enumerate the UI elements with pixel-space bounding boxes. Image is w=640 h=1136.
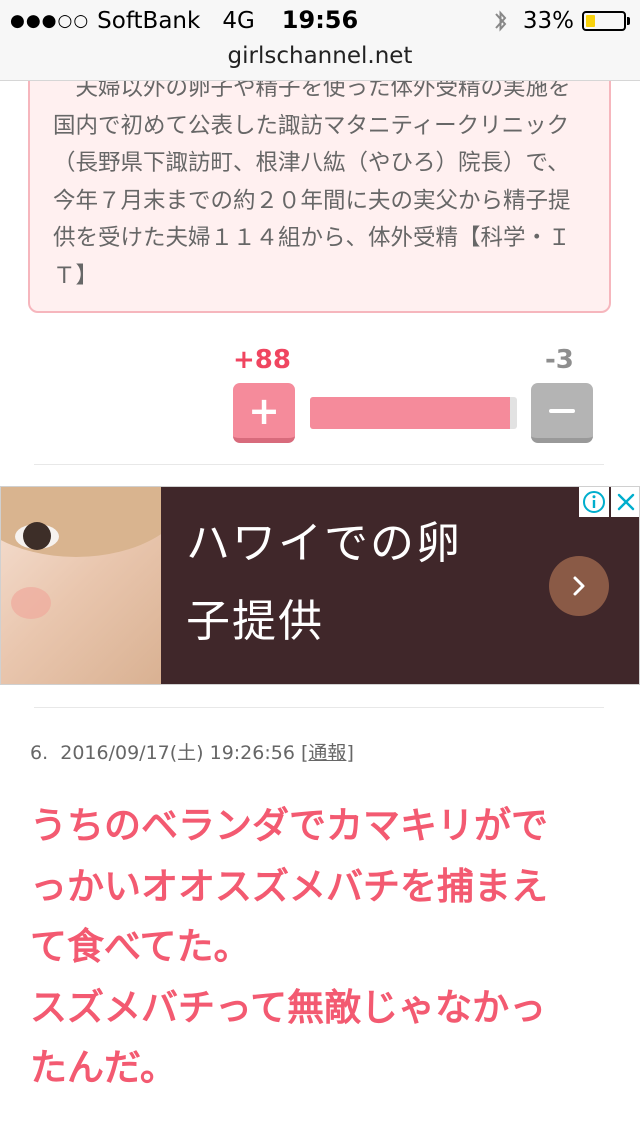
status-right: 33% [493,7,630,35]
divider [34,464,604,465]
ad-headline: ハワイでの卵 子提供 [186,505,546,661]
minus-icon [549,408,575,413]
report-link[interactable]: 通報 [308,742,346,764]
bluetooth-icon [495,10,507,32]
battery-level [586,15,596,27]
ad-banner[interactable]: ハワイでの卵 子提供 [0,486,640,685]
battery-nub [627,17,630,25]
status-bar: ●●●○○ SoftBank 4G 19:56 33% girlschannel… [0,0,640,81]
info-icon [583,491,605,513]
comment-body: うちのベランダでカマキリがで っかいオオスズメバチを捕まえ て食べてた。 スズメ… [30,796,620,1099]
plus-icon: + [248,388,280,433]
comment-line: スズメバチって無敵じゃなかっ [30,985,547,1029]
minus-vote-count: -3 [545,345,574,375]
ad-headline-line1: ハワイでの卵 [186,518,462,569]
ad-next-button[interactable] [549,556,609,616]
vote-ratio-bar [310,397,517,429]
comment-number: 6. [30,742,49,764]
comment-line: て食べてた。 [30,925,251,968]
ad-photo-cheek [11,587,51,619]
ad-photo-iris [23,522,51,550]
comment-meta: 6. 2016/09/17(土) 19:26:56 [通報] [30,738,354,765]
ad-info-button[interactable] [579,487,609,517]
close-icon [617,493,635,511]
ad-close-button[interactable] [611,487,639,517]
minus-vote-button[interactable] [531,383,593,443]
comment-datetime: 2016/09/17(土) 19:26:56 [60,742,295,764]
battery-percent: 33% [522,8,574,34]
ad-baby-photo [1,487,161,684]
divider [34,707,604,708]
plus-vote-button[interactable]: + [233,383,295,443]
article-quote-text: 夫婦以外の卵子や精子を使った体外受精の実施を国内で初めて公表した諏訪マタニティー… [53,75,571,289]
address-bar-url[interactable]: girlschannel.net [0,43,640,69]
comment-line: たんだ。 [30,1046,177,1089]
chevron-right-icon [573,576,585,596]
comment-line: うちのベランダでカマキリがで [30,804,548,847]
ad-headline-line2: 子提供 [186,596,324,647]
report-bracket-close: ] [346,742,354,764]
plus-vote-count: +88 [233,345,291,375]
vote-ratio-fill [310,397,511,429]
battery-icon [582,11,626,31]
comment-line: っかいオオスズメバチを捕まえ [30,864,548,908]
